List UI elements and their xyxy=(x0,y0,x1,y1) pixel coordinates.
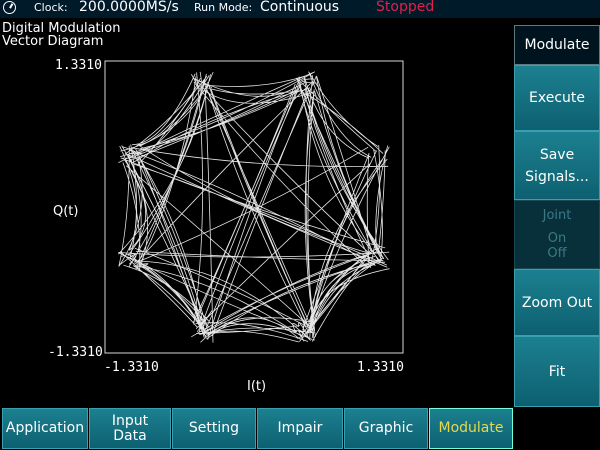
x-min-tick: -1.3310 xyxy=(104,360,159,375)
joint-off-option: Off xyxy=(547,246,567,261)
tab-modulate[interactable]: Modulate xyxy=(429,408,513,449)
save-signals-button[interactable]: Save Signals... xyxy=(514,131,600,200)
tab-graphic[interactable]: Graphic xyxy=(344,408,428,449)
run-mode-value: Continuous xyxy=(260,0,340,15)
trajectory-path xyxy=(118,71,390,343)
side-menu-header: Modulate xyxy=(514,25,600,65)
clock-label: Clock: xyxy=(34,1,68,14)
run-mode-label: Run Mode: xyxy=(194,1,253,14)
zoom-out-button[interactable]: Zoom Out xyxy=(514,269,600,336)
joint-toggle[interactable]: Joint On Off xyxy=(514,200,600,269)
execute-button[interactable]: Execute xyxy=(514,65,600,131)
tab-application[interactable]: Application xyxy=(2,408,88,449)
status-bar: Clock: 200.0000MS/s Run Mode: Continuous… xyxy=(0,0,600,18)
joint-label: Joint xyxy=(542,208,572,223)
tab-input-data-label-1: Input xyxy=(111,412,149,429)
clock-icon xyxy=(3,1,16,14)
tab-input-data[interactable]: Input Data xyxy=(89,408,171,449)
y-axis-label: Q(t) xyxy=(53,204,79,219)
x-axis-label: I(t) xyxy=(247,379,267,394)
side-menu: Modulate Execute Save Signals... Joint O… xyxy=(514,25,600,407)
run-status: Stopped xyxy=(376,0,435,15)
fit-button[interactable]: Fit xyxy=(514,336,600,407)
y-min-tick: -1.3310 xyxy=(48,345,103,360)
y-max-tick: 1.3310 xyxy=(55,58,102,73)
vector-diagram-panel: Digital Modulation Vector Diagram 1.3310… xyxy=(0,18,514,406)
save-signals-label-2: Signals... xyxy=(525,168,589,185)
signal-trajectory xyxy=(118,71,390,343)
x-max-tick: 1.3310 xyxy=(357,360,404,375)
bottom-tab-bar: Application Input Data Setting Impair Gr… xyxy=(0,407,600,450)
save-signals-label-1: Save xyxy=(539,146,575,163)
tab-input-data-label-2: Data xyxy=(113,427,147,444)
joint-on-option: On xyxy=(547,231,567,246)
tab-setting[interactable]: Setting xyxy=(172,408,256,449)
tab-impair[interactable]: Impair xyxy=(257,408,343,449)
clock-value: 200.0000MS/s xyxy=(79,0,179,15)
